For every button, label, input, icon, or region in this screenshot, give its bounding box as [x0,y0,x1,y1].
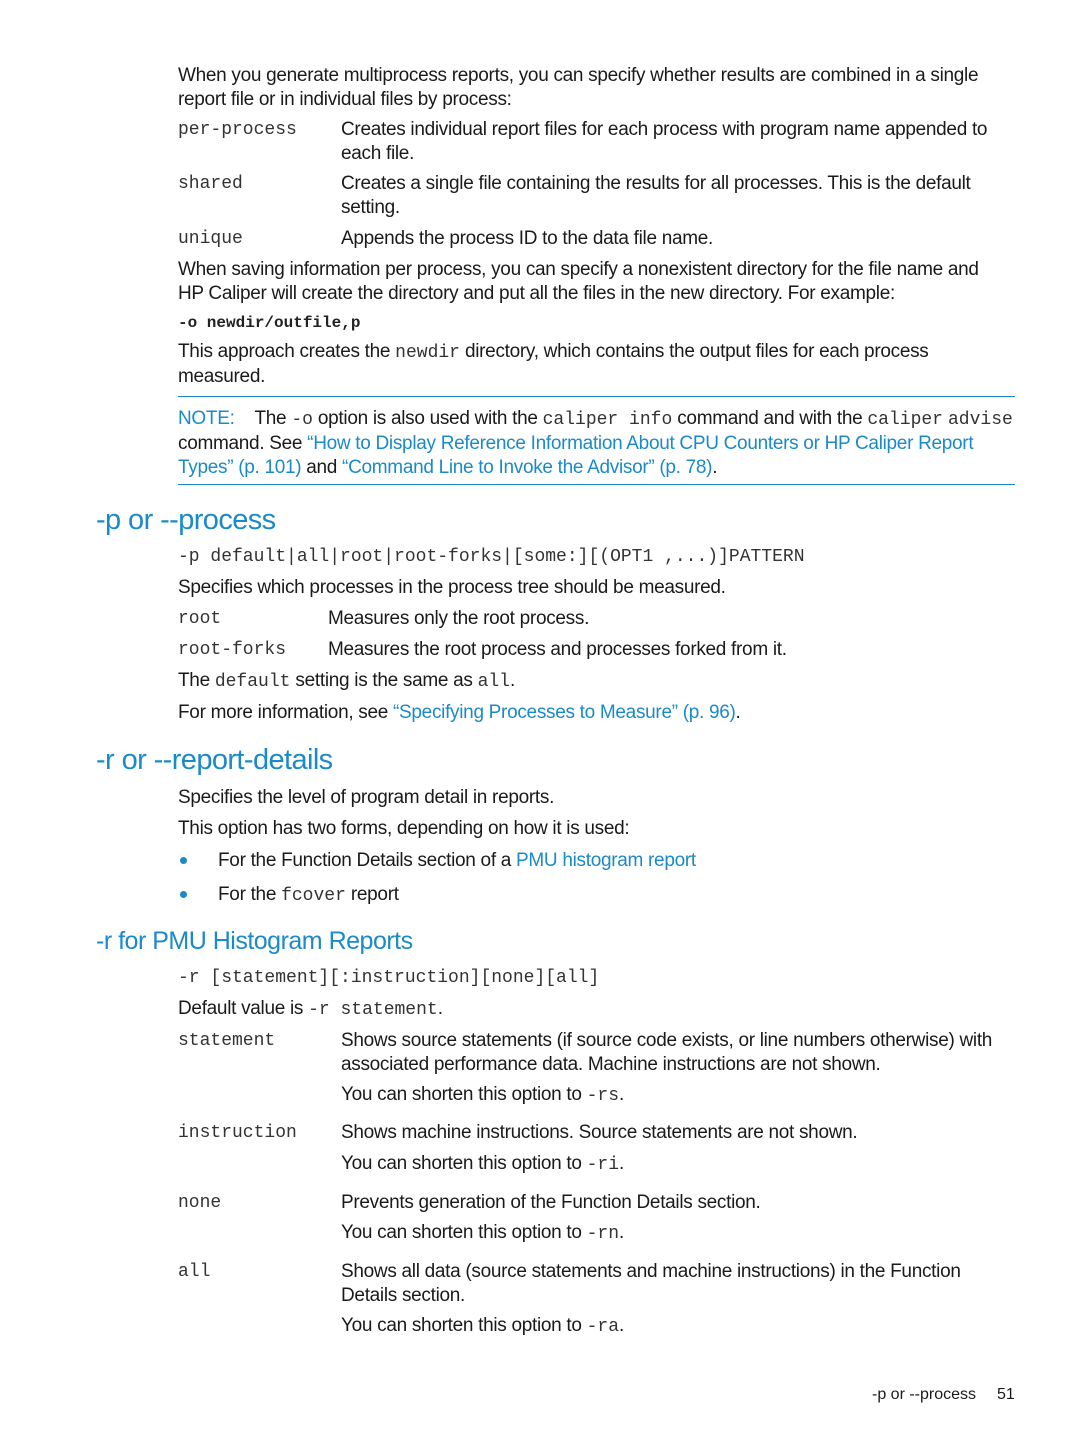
code: -ra [586,1317,620,1337]
text: . [735,702,741,723]
bullet-icon [180,857,187,864]
link-specifying-processes[interactable]: “Specifying Processes to Measure” (p. 96… [393,702,736,723]
note-text: and [301,457,343,478]
report-line-2: This option has two forms, depending on … [178,818,630,839]
text: You can shorten this option to [341,1222,587,1243]
option-desc-root-forks: Measures the root process and processes … [328,639,787,660]
text: Default value is [178,998,309,1019]
approach-paragraph: This approach creates the newdir directo… [178,340,1008,389]
text: For more information, see [178,702,394,723]
bullet-item-pmu: For the Function Details section of a PM… [218,849,696,873]
code: default [214,672,291,692]
pmu-default-line: Default value is -r statement. [178,997,443,1022]
note-code: -o [291,410,313,430]
option-desc-all: Shows all data (source statements and ma… [341,1261,961,1306]
page-number: 51 [997,1386,1015,1403]
option-short-instruction: You can shorten this option to -ri. [341,1152,624,1177]
note-text: option is also used with the [312,408,543,429]
code: -ri [586,1155,620,1175]
note-top-rule [178,396,1015,397]
heading-pmu-histogram: -r for PMU Histogram Reports [96,927,413,955]
process-syntax: -p default|all|root|root-forks|[some:][(… [178,547,805,567]
option-term-shared: shared [178,174,243,194]
option-term-root-forks: root-forks [178,640,287,660]
note-code: caliper info [542,410,673,430]
intro-paragraph: When you generate multiprocess reports, … [178,65,979,110]
code: -rs [586,1086,620,1106]
text: . [509,670,515,691]
option-short-statement: You can shorten this option to -rs. [341,1083,624,1108]
option-desc-none: Prevents generation of the Function Deta… [341,1192,761,1213]
code: all [477,672,510,692]
text: You can shorten this option to [341,1084,587,1105]
note-box: NOTE: The -o option is also used with th… [178,407,1018,480]
text: The [178,670,215,691]
code: -rn [586,1224,620,1244]
text: . [619,1315,625,1336]
heading-report-details: -r or --report-details [96,744,333,776]
option-desc-instruction: Shows machine instructions. Source state… [341,1122,858,1143]
approach-text: This approach creates the [178,341,396,362]
note-bottom-rule [178,484,1015,485]
option-term-instruction: instruction [178,1123,297,1143]
report-line-1: Specifies the level of program detail in… [178,787,555,808]
text: For the [218,884,282,905]
text: setting is the same as [290,670,478,691]
link-pmu-histogram-report[interactable]: PMU histogram report [516,850,696,871]
text: You can shorten this option to [341,1315,587,1336]
text: report [345,884,399,905]
process-description: Specifies which processes in the process… [178,577,726,598]
footer-section-name: -p or --process [872,1386,977,1403]
option-desc-statement: Shows source statements (if source code … [341,1030,993,1075]
note-code: advise [947,410,1013,430]
option-term-per-process: per-process [178,120,297,140]
option-term-root: root [178,609,222,629]
option-desc-unique: Appends the process ID to the data file … [341,228,714,249]
code: fcover [281,886,346,906]
note-text: The [254,408,292,429]
pmu-syntax: -r [statement][:instruction][none][all] [178,968,600,988]
option-desc-root: Measures only the root process. [328,608,590,629]
note-text: command and with the [672,408,868,429]
option-term-unique: unique [178,229,243,249]
default-setting-line: The default setting is the same as all. [178,669,515,694]
bullet-icon [180,891,187,898]
note-label: NOTE: [178,408,235,429]
text: . [437,998,443,1019]
text: . [619,1084,625,1105]
option-short-all: You can shorten this option to -ra. [341,1314,624,1339]
text: . [619,1222,625,1243]
saving-paragraph: When saving information per process, you… [178,259,979,304]
text: You can shorten this option to [341,1153,587,1174]
more-info-line: For more information, see “Specifying Pr… [178,701,741,725]
code: -r statement [308,1000,438,1020]
option-term-statement: statement [178,1031,276,1051]
link-invoke-advisor[interactable]: “Command Line to Invoke the Advisor” (p.… [342,457,712,478]
example-code: -o newdir/outfile,p [178,314,361,332]
text: For the Function Details section of a [218,850,517,871]
option-short-none: You can shorten this option to -rn. [341,1221,624,1246]
note-text: command. See [178,433,308,454]
option-desc-shared: Creates a single file containing the res… [341,173,971,218]
approach-code: newdir [395,343,460,363]
note-text: . [712,457,718,478]
note-code: caliper [867,410,943,430]
option-term-all: all [178,1262,211,1282]
bullet-item-fcover: For the fcover report [218,883,399,908]
option-term-none: none [178,1193,222,1213]
heading-process: -p or --process [96,504,276,536]
text: . [619,1153,625,1174]
option-desc-per-process: Creates individual report files for each… [341,119,988,164]
